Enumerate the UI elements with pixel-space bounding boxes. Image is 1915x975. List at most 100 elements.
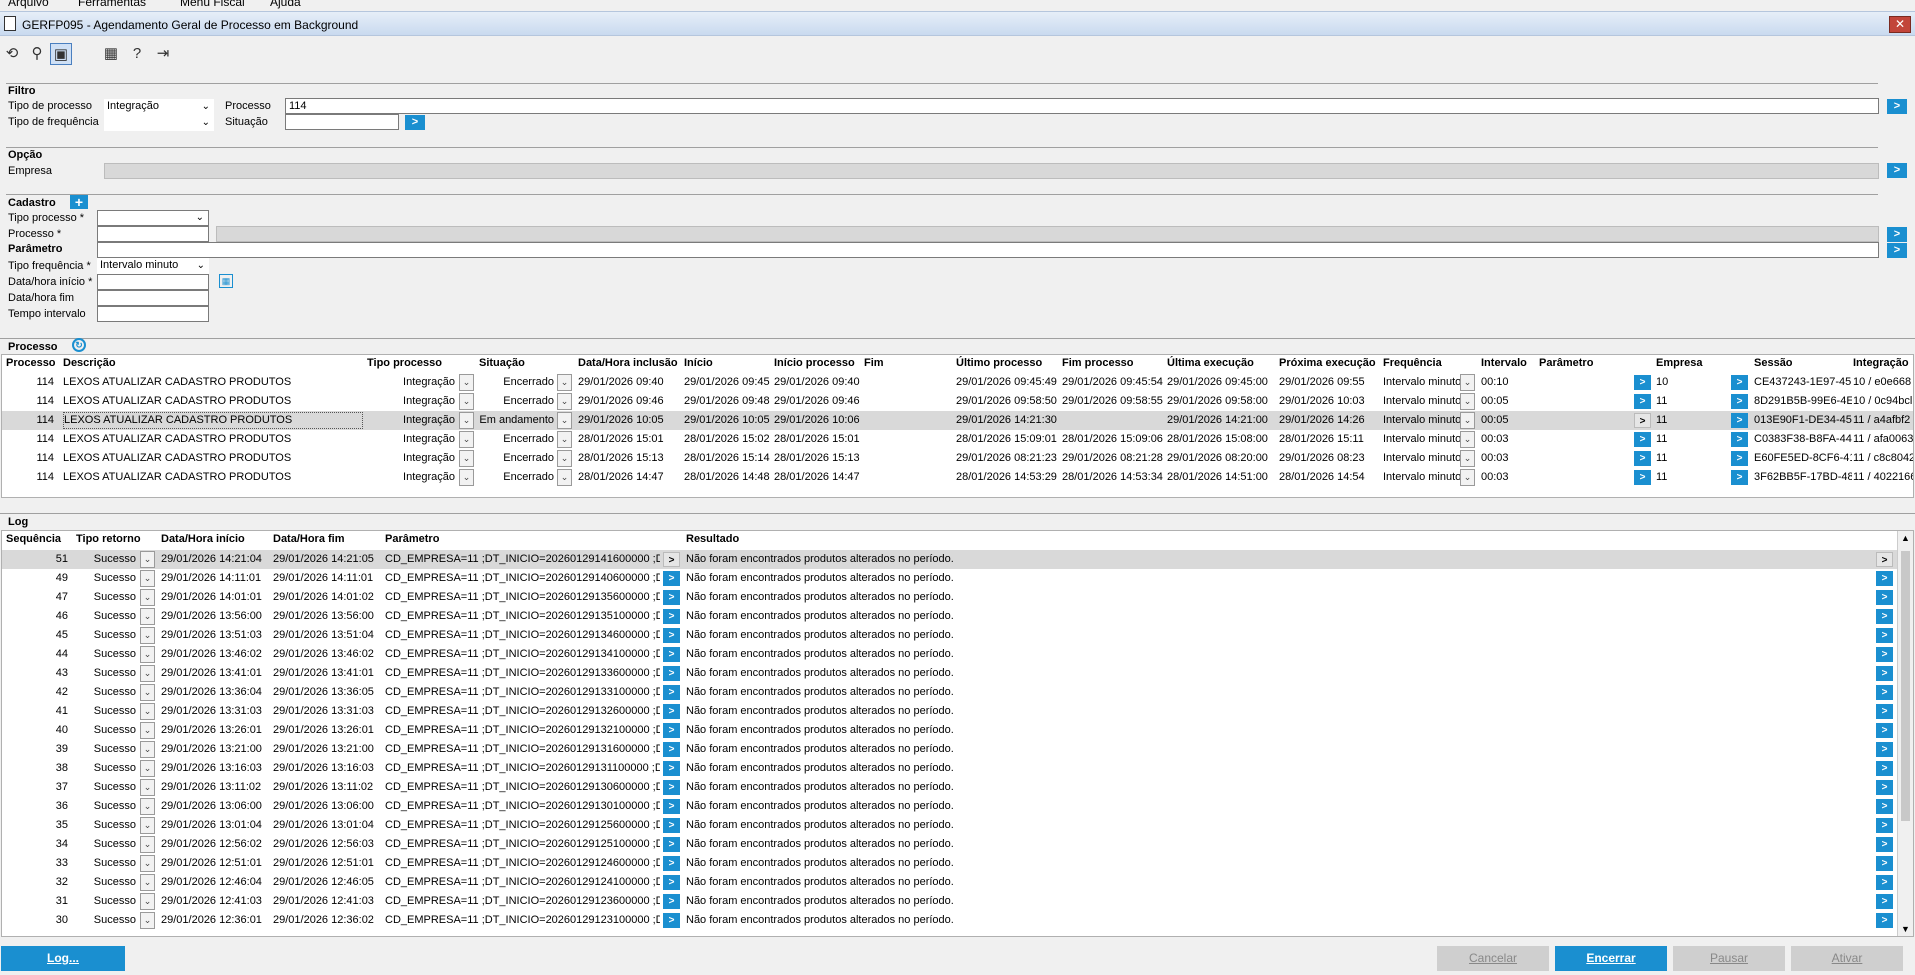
row-detail-button[interactable]: > — [1731, 413, 1748, 428]
log-resultado-button[interactable]: > — [1876, 837, 1893, 852]
log-resultado-button[interactable]: > — [1876, 799, 1893, 814]
chevron-down-icon[interactable]: ⌄ — [459, 374, 474, 391]
log-resultado-button[interactable]: > — [1876, 609, 1893, 624]
log-resultado-button[interactable]: > — [1876, 856, 1893, 871]
chevron-down-icon[interactable]: ⌄ — [140, 570, 155, 587]
log-table-row[interactable]: 33 Sucesso ⌄ 29/01/2026 12:51:01 29/01/2026 … — [2, 854, 1897, 873]
processo-table-row[interactable]: 114 LEXOS ATUALIZAR CADASTRO PRODUTOS Inte… — [2, 411, 1913, 430]
processo-col-header[interactable]: Processo — [6, 357, 56, 369]
log-resultado-button[interactable]: > — [1876, 913, 1893, 928]
row-detail-button[interactable]: > — [1634, 451, 1651, 466]
processo-table-row[interactable]: 114 LEXOS ATUALIZAR CADASTRO PRODUTOS Inte… — [2, 468, 1913, 487]
log-resultado-button[interactable]: > — [1876, 818, 1893, 833]
menu-fiscal[interactable]: Menu Fiscal — [180, 0, 245, 9]
log-table-row[interactable]: 40 Sucesso ⌄ 29/01/2026 13:26:01 29/01/2026 … — [2, 721, 1897, 740]
log-parametro-button[interactable]: > — [663, 742, 680, 757]
chevron-down-icon[interactable]: ⌄ — [140, 912, 155, 929]
log-resultado-button[interactable]: > — [1876, 590, 1893, 605]
log-resultado-button[interactable]: > — [1876, 552, 1893, 567]
filtro-tipo-processo-select[interactable]: Integração ⌄ — [104, 99, 214, 115]
log-parametro-button[interactable]: > — [663, 666, 680, 681]
log-resultado-button[interactable]: > — [1876, 666, 1893, 681]
chevron-down-icon[interactable]: ⌄ — [140, 703, 155, 720]
log-parametro-button[interactable]: > — [663, 894, 680, 909]
chevron-down-icon[interactable]: ⌄ — [140, 551, 155, 568]
log-parametro-button[interactable]: > — [663, 913, 680, 928]
processo-col-header[interactable]: Sessão — [1754, 357, 1793, 369]
menu-ferramentas[interactable]: Ferramentas — [78, 0, 146, 9]
chevron-down-icon[interactable]: ⌄ — [140, 608, 155, 625]
log-parametro-button[interactable]: > — [663, 818, 680, 833]
chevron-down-icon[interactable]: ⌄ — [1460, 393, 1475, 410]
chevron-down-icon[interactable]: ⌄ — [459, 412, 474, 429]
cadastro-tipo-frequencia-select[interactable]: Intervalo minuto ⌄ — [97, 258, 209, 274]
log-resultado-button[interactable]: > — [1876, 875, 1893, 890]
processo-col-header[interactable]: Última execução — [1167, 357, 1254, 369]
processo-table-row[interactable]: 114 LEXOS ATUALIZAR CADASTRO PRODUTOS Inte… — [2, 373, 1913, 392]
log-parametro-button[interactable]: > — [663, 647, 680, 662]
log-parametro-button[interactable]: > — [663, 628, 680, 643]
row-detail-button[interactable]: > — [1731, 394, 1748, 409]
exit-icon[interactable]: ⇥ — [152, 43, 174, 65]
row-detail-button[interactable]: > — [1634, 470, 1651, 485]
processo-col-header[interactable]: Descrição — [63, 357, 116, 369]
log-resultado-button[interactable]: > — [1876, 723, 1893, 738]
log-parametro-button[interactable]: > — [663, 723, 680, 738]
row-detail-button[interactable]: > — [1634, 413, 1651, 428]
log-table-row[interactable]: 38 Sucesso ⌄ 29/01/2026 13:16:03 29/01/2026 … — [2, 759, 1897, 778]
log-resultado-button[interactable]: > — [1876, 742, 1893, 757]
chevron-down-icon[interactable]: ⌄ — [557, 412, 572, 429]
log-resultado-button[interactable]: > — [1876, 780, 1893, 795]
filtro-situacao-input[interactable] — [285, 114, 399, 130]
processo-table-row[interactable]: 114 LEXOS ATUALIZAR CADASTRO PRODUTOS Inte… — [2, 449, 1913, 468]
search-icon[interactable]: ⚲ — [26, 43, 48, 65]
scroll-down-icon[interactable]: ▼ — [1901, 924, 1910, 934]
processo-col-header[interactable]: Fim processo — [1062, 357, 1134, 369]
processo-col-header[interactable]: Fim — [864, 357, 884, 369]
log-parametro-button[interactable]: > — [663, 856, 680, 871]
log-parametro-button[interactable]: > — [663, 780, 680, 795]
processo-col-header[interactable]: Próxima execução — [1279, 357, 1376, 369]
log-col-header[interactable]: Parâmetro — [385, 533, 439, 545]
chevron-down-icon[interactable]: ⌄ — [1460, 412, 1475, 429]
chevron-down-icon[interactable]: ⌄ — [140, 893, 155, 910]
save-icon[interactable]: ▣ — [50, 43, 72, 65]
log-resultado-button[interactable]: > — [1876, 761, 1893, 776]
chevron-down-icon[interactable]: ⌄ — [557, 450, 572, 467]
chevron-down-icon[interactable]: ⌄ — [1460, 374, 1475, 391]
encerrar-button[interactable]: Encerrar — [1555, 946, 1667, 971]
log-parametro-button[interactable]: > — [663, 875, 680, 890]
cadastro-data-inicio-input[interactable] — [97, 274, 209, 290]
log-table-row[interactable]: 51 Sucesso ⌄ 29/01/2026 14:21:04 29/01/2026 … — [2, 550, 1897, 569]
log-table-row[interactable]: 37 Sucesso ⌄ 29/01/2026 13:11:02 29/01/2026 … — [2, 778, 1897, 797]
log-parametro-button[interactable]: > — [663, 837, 680, 852]
log-parametro-button[interactable]: > — [663, 552, 680, 567]
log-parametro-button[interactable]: > — [663, 799, 680, 814]
processo-col-header[interactable]: Situação — [479, 357, 525, 369]
help-icon[interactable]: ? — [126, 43, 148, 65]
chevron-down-icon[interactable]: ⌄ — [557, 469, 572, 486]
log-table-row[interactable]: 36 Sucesso ⌄ 29/01/2026 13:06:00 29/01/2026 … — [2, 797, 1897, 816]
log-table-row[interactable]: 41 Sucesso ⌄ 29/01/2026 13:31:03 29/01/2026 … — [2, 702, 1897, 721]
row-detail-button[interactable]: > — [1731, 375, 1748, 390]
chevron-down-icon[interactable]: ⌄ — [459, 450, 474, 467]
cadastro-data-fim-input[interactable] — [97, 290, 209, 306]
log-parametro-button[interactable]: > — [663, 704, 680, 719]
chevron-down-icon[interactable]: ⌄ — [1460, 469, 1475, 486]
log-col-header[interactable]: Data/Hora início — [161, 533, 245, 545]
cancelar-button[interactable]: Cancelar — [1437, 946, 1549, 971]
add-button[interactable]: + — [70, 195, 88, 209]
filtro-processo-search-button[interactable]: > — [1887, 99, 1907, 114]
chevron-down-icon[interactable]: ⌄ — [140, 874, 155, 891]
processo-col-header[interactable]: Tipo processo — [367, 357, 442, 369]
chevron-down-icon[interactable]: ⌄ — [140, 627, 155, 644]
log-col-header[interactable]: Resultado — [686, 533, 739, 545]
cadastro-processo-input[interactable] — [97, 226, 209, 242]
chevron-down-icon[interactable]: ⌄ — [140, 779, 155, 796]
log-button[interactable]: Log... — [1, 946, 125, 971]
processo-col-header[interactable]: Data/Hora inclusão — [578, 357, 678, 369]
refresh-icon[interactable]: ⟲ — [1, 43, 23, 65]
processo-col-header[interactable]: Último processo — [956, 357, 1042, 369]
log-table-row[interactable]: 30 Sucesso ⌄ 29/01/2026 12:36:01 29/01/2026 … — [2, 911, 1897, 930]
log-resultado-button[interactable]: > — [1876, 571, 1893, 586]
